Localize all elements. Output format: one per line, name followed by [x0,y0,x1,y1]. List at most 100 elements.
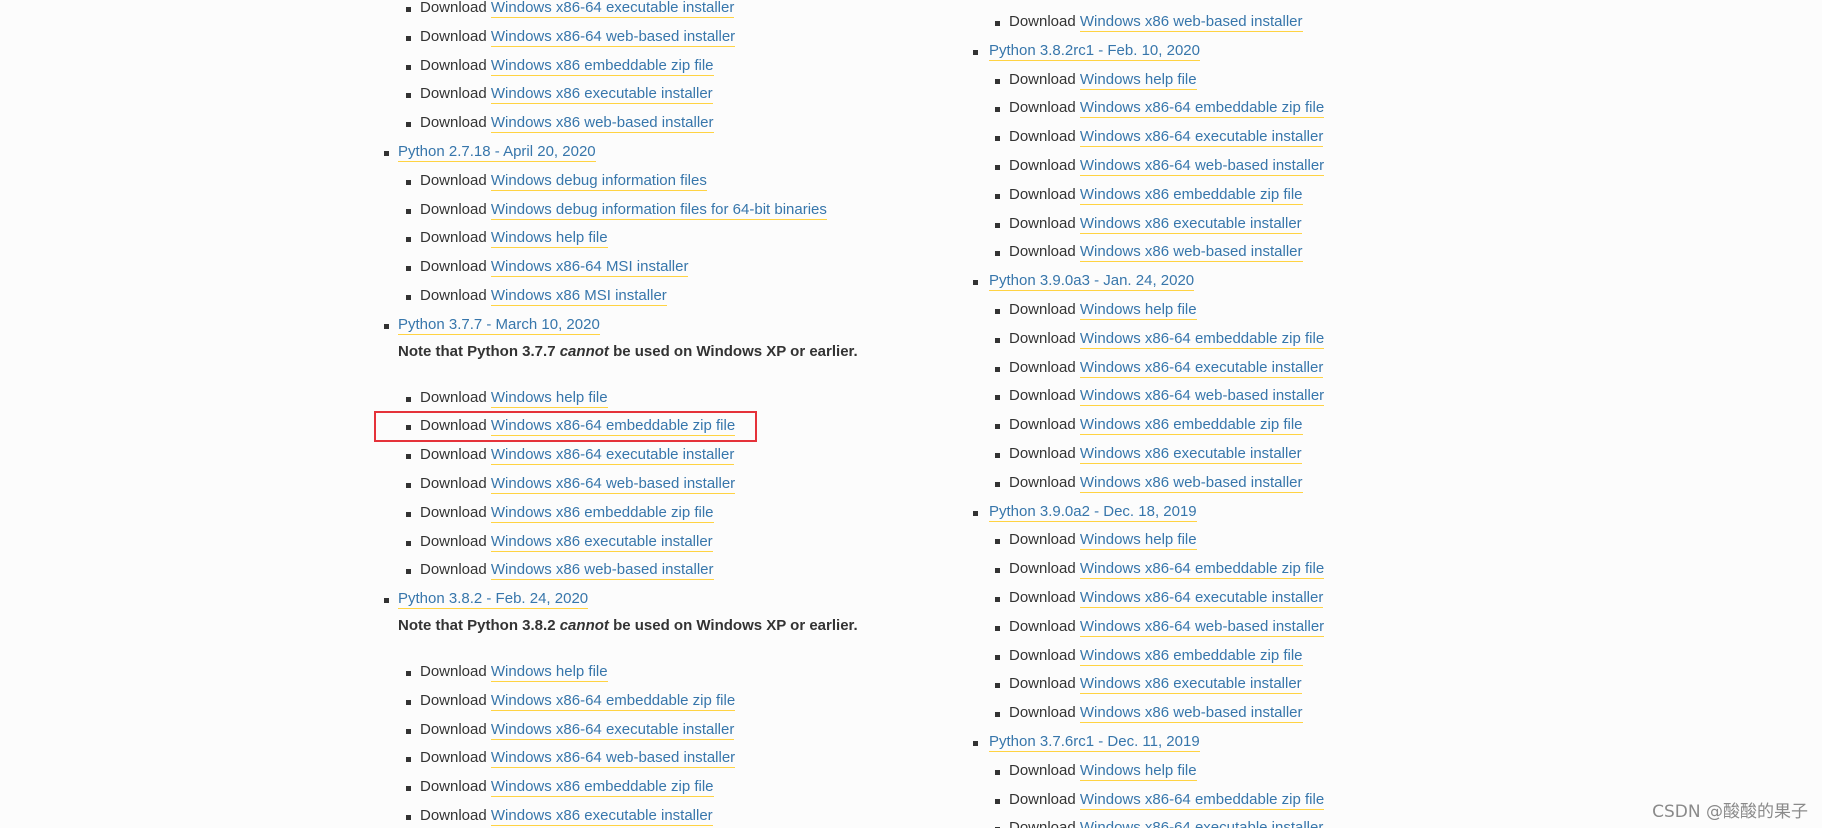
release-list-item: Python 2.7.18 - April 20, 2020 [0,142,911,166]
release-link[interactable]: Python 3.7.7 - March 10, 2020 [398,315,600,335]
download-link[interactable]: Windows help file [1079,70,1197,90]
list-item-content: Download Windows help file [1009,70,1197,90]
download-link[interactable]: Windows help file [1079,531,1197,551]
download-link[interactable]: Windows x86 executable installer [1079,445,1302,464]
list-item-content: Download Windows x86-64 web-based instal… [1009,617,1325,637]
download-link[interactable]: Windows x86 embeddable zip file [490,778,714,798]
list-bullet [973,49,978,55]
list-bullet [995,251,1000,257]
download-link[interactable]: Windows x86-64 embeddable zip file [1079,329,1325,349]
download-link[interactable]: Windows x86-64 executable installer [1079,589,1324,608]
list-item-content: Download Windows help file [420,228,608,249]
download-link[interactable]: Windows x86-64 web-based installer [490,475,736,494]
download-link[interactable]: Windows x86 executable installer [1079,214,1302,234]
release-link[interactable]: Python 3.9.0a2 - Dec. 18, 2019 [989,502,1197,522]
list-item-content: Download Windows x86-64 embeddable zip f… [1009,329,1325,349]
download-list-item: Download Windows x86-64 web-based instal… [0,27,911,51]
download-list-item: Download Windows help file [911,530,1822,554]
list-bullet [406,237,411,243]
download-prefix: Download [1009,70,1076,88]
download-link[interactable]: Windows x86-64 web-based installer [490,27,736,47]
list-item-content: Download Windows x86-64 executable insta… [1009,588,1324,608]
download-list-item: Download Windows x86 executable installe… [911,444,1822,468]
download-prefix: Download [420,807,487,824]
release-link[interactable]: Python 3.8.2 - Feb. 24, 2020 [398,590,589,610]
download-link[interactable]: Windows help file [1079,301,1197,320]
download-link[interactable]: Windows x86 embeddable zip file [1079,416,1303,436]
download-link[interactable]: Windows x86-64 executable installer [1079,358,1324,378]
download-link[interactable]: Windows x86 web-based installer [1079,243,1303,263]
download-prefix: Download [1009,185,1076,203]
download-link[interactable]: Windows x86-64 executable installer [490,0,735,18]
download-link[interactable]: Windows x86-64 web-based installer [1079,157,1325,176]
list-item-content: Download Windows x86 embeddable zip file [1009,646,1303,666]
list-item-content: Download Windows x86 web-based installer [420,113,714,134]
download-prefix: Download [1009,675,1076,693]
download-link[interactable]: Windows debug information files [490,171,707,191]
download-link[interactable]: Windows x86-64 web-based installer [1079,617,1325,637]
download-list-item: Download Windows x86-64 embeddable zip f… [911,329,1822,353]
download-prefix: Download [1009,157,1076,174]
download-link[interactable]: Windows x86 MSI installer [490,287,667,306]
download-link[interactable]: Windows x86-64 executable installer [1079,819,1324,828]
list-item-content: Download Windows x86 embeddable zip file [420,503,714,523]
download-link[interactable]: Windows x86 embeddable zip file [490,503,714,523]
download-link[interactable]: Windows x86-64 embeddable zip file [1079,790,1325,810]
list-item-content: Download Windows x86-64 web-based instal… [420,474,736,494]
download-link[interactable]: Windows x86-64 executable installer [490,720,735,740]
download-link[interactable]: Windows help file [1079,761,1197,781]
release-list-item: Python 3.9.0a2 - Dec. 18, 2019 [911,502,1822,526]
download-link[interactable]: Windows x86-64 embeddable zip file [1079,99,1325,119]
download-prefix: Download [1009,301,1076,318]
download-link[interactable]: Windows x86 web-based installer [1079,13,1303,32]
download-link[interactable]: Windows debug information files for 64-b… [490,200,827,220]
download-link[interactable]: Windows x86 executable installer [490,807,713,826]
list-bullet [995,136,1000,142]
download-link[interactable]: Windows x86 embeddable zip file [1079,185,1303,205]
list-item-content: Download Windows x86 embeddable zip file [420,56,714,76]
download-link[interactable]: Windows x86 executable installer [490,85,713,105]
download-link[interactable]: Windows x86 web-based installer [1079,473,1303,493]
download-link[interactable]: Windows x86-64 embeddable zip file [490,691,736,711]
download-link[interactable]: Windows x86 executable installer [490,532,713,552]
release-link[interactable]: Python 3.9.0a3 - Jan. 24, 2020 [989,272,1195,292]
download-link[interactable]: Windows x86 embeddable zip file [1079,646,1303,666]
download-link[interactable]: Windows x86 web-based installer [1079,704,1303,724]
note-text-after: be used on Windows XP or earlier. [613,342,858,360]
release-link[interactable]: Python 2.7.18 - April 20, 2020 [398,143,596,162]
download-link[interactable]: Windows x86-64 executable installer [1079,128,1324,148]
list-bullet [973,280,978,286]
download-list-item: Download Windows x86 MSI installer [0,286,911,310]
download-link[interactable]: Windows help file [490,388,608,408]
list-item-content: Download Windows x86-64 web-based instal… [420,27,736,47]
download-link[interactable]: Windows x86 web-based installer [490,114,714,134]
download-list-item: Download Windows x86-64 executable insta… [0,720,911,744]
download-link[interactable]: Windows x86-64 executable installer [490,446,735,466]
download-link[interactable]: Windows x86-64 embeddable zip file [1079,560,1325,580]
note-text-before: Note that Python [398,617,518,634]
download-link[interactable]: Windows help file [490,663,608,682]
download-link[interactable]: Windows x86 embeddable zip file [490,56,714,76]
download-prefix: Download [1009,473,1076,491]
release-list-item: Python 3.7.6rc1 - Dec. 11, 2019 [911,732,1822,756]
download-link[interactable]: Windows help file [490,229,608,249]
list-bullet [384,151,389,156]
list-bullet [406,35,411,41]
download-list-item: Download Windows x86-64 executable insta… [0,0,911,22]
download-list-item: Download Windows x86 executable installe… [911,674,1822,698]
download-prefix: Download [1009,416,1076,434]
list-bullet [406,483,411,488]
download-link[interactable]: Windows x86-64 MSI installer [490,258,689,278]
download-link[interactable]: Windows x86-64 web-based installer [490,749,736,769]
list-item-content: Download Windows debug information files… [420,200,827,220]
list-bullet [406,7,411,12]
download-link[interactable]: Windows x86 executable installer [1079,675,1302,695]
download-list-item: Download Windows debug information files [0,171,911,195]
download-link[interactable]: Windows x86-64 web-based installer [1079,387,1325,407]
download-link[interactable]: Windows x86 web-based installer [490,561,714,581]
list-bullet [406,728,411,734]
download-list-item: Download Windows x86 web-based installer [0,113,911,137]
release-link[interactable]: Python 3.7.6rc1 - Dec. 11, 2019 [989,733,1200,752]
release-link[interactable]: Python 3.8.2rc1 - Feb. 10, 2020 [989,41,1200,61]
list-item-content: Download Windows x86-64 web-based instal… [1009,156,1325,176]
